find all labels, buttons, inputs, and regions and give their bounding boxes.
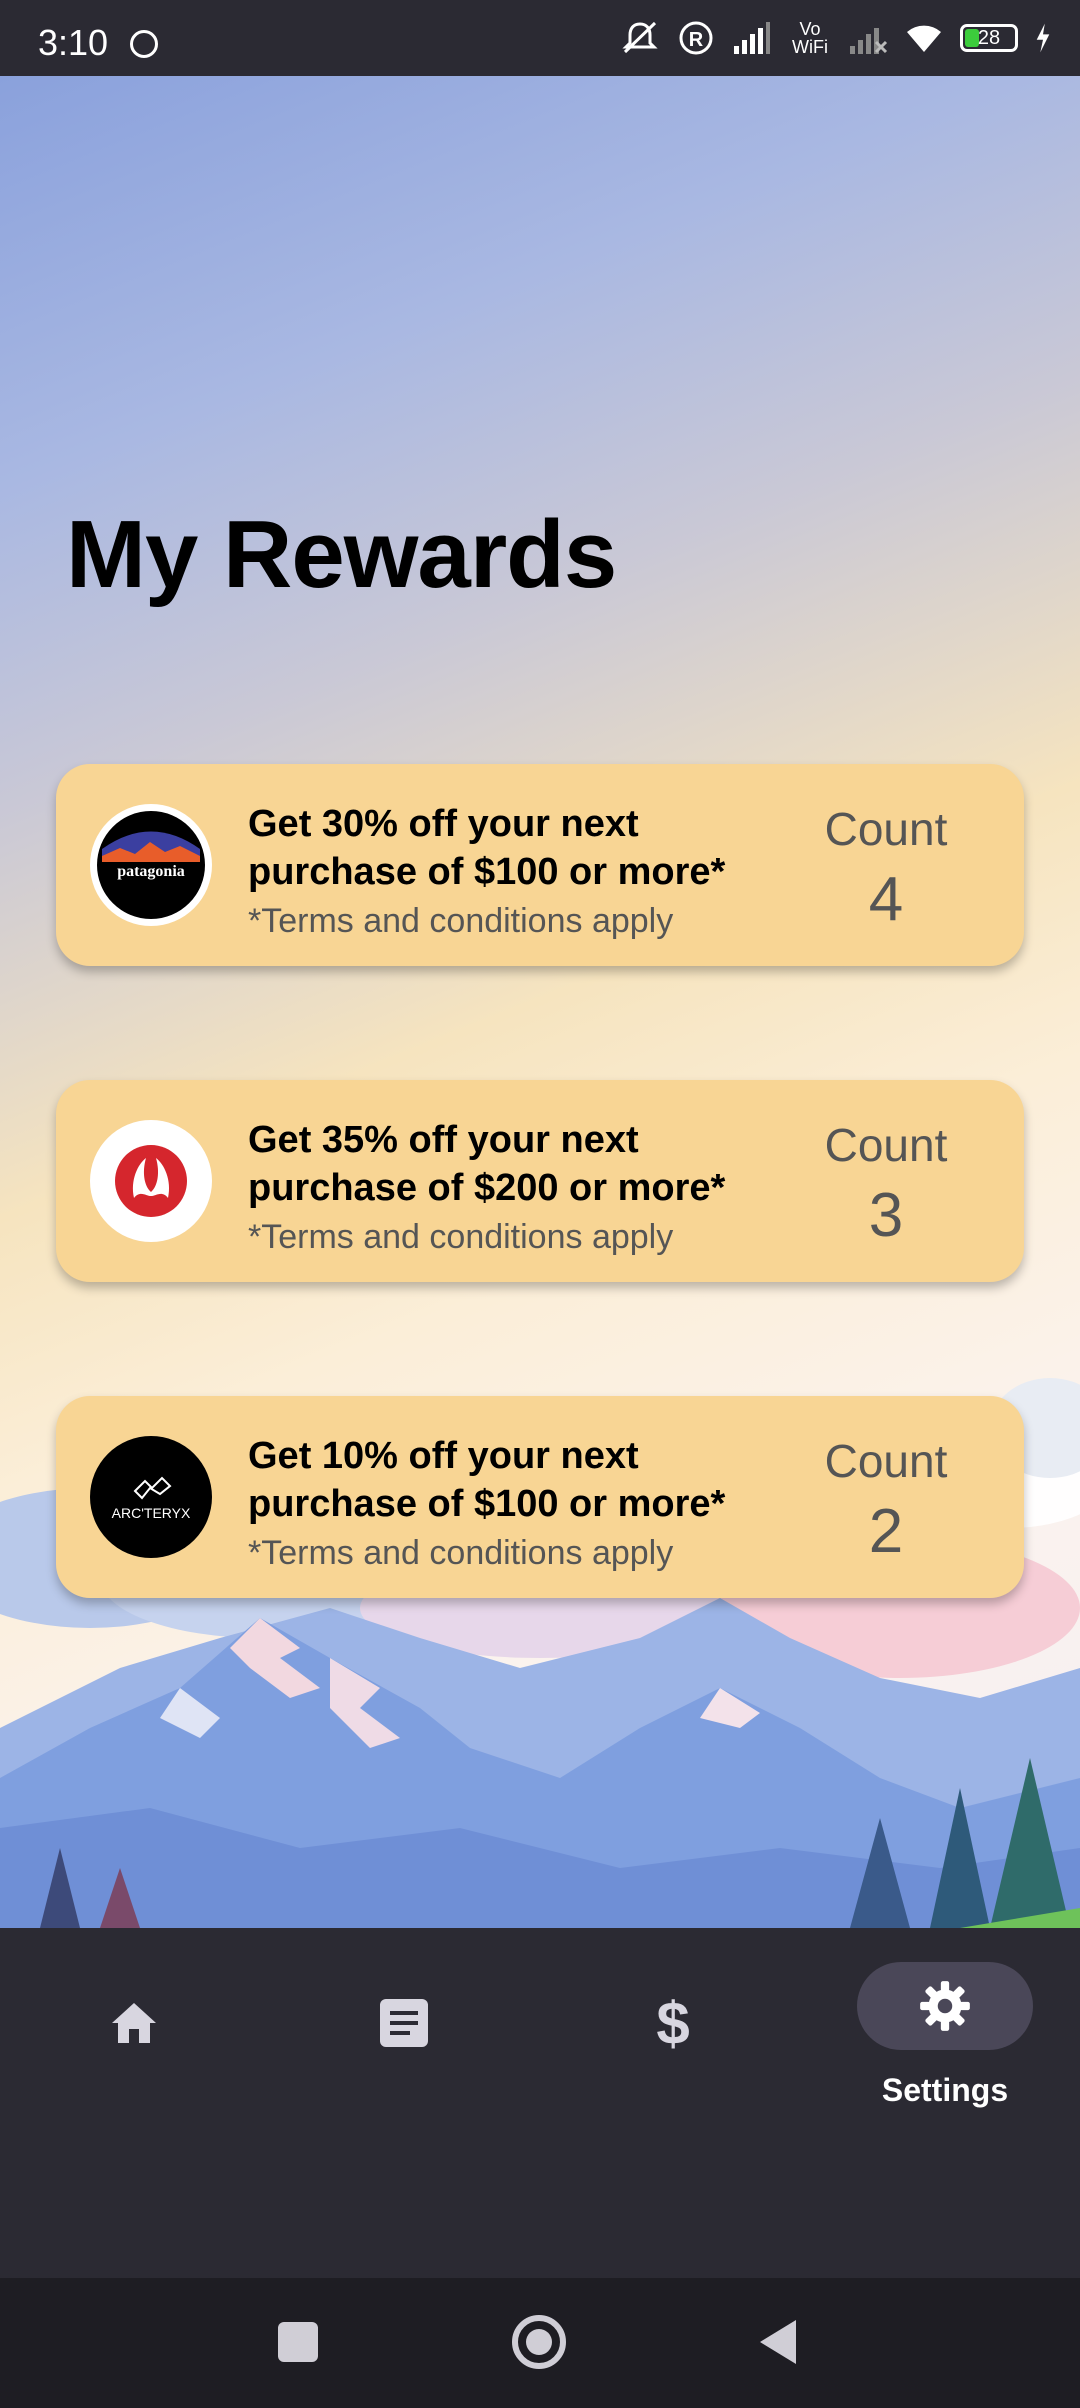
no-signal-icon <box>850 28 888 54</box>
count-label: Count <box>824 803 948 855</box>
reward-card[interactable]: patagonia Get 30% off your next purchase… <box>56 764 1024 966</box>
nav-documents[interactable] <box>334 1968 474 2078</box>
wifi-icon <box>907 25 941 52</box>
reward-description: Get 30% off your next purchase of $100 o… <box>248 800 808 941</box>
reward-headline: Get 10% off your next purchase of $100 o… <box>248 1435 726 1525</box>
nav-home[interactable] <box>64 1968 204 2078</box>
status-icons: R Vo WiFi 28 <box>620 18 1052 58</box>
count-value: 2 <box>868 1497 904 1566</box>
notification-icon <box>130 30 158 58</box>
registered-icon: R <box>679 21 713 55</box>
reward-terms: *Terms and conditions apply <box>248 902 674 940</box>
reward-count: Count 4 <box>786 802 986 935</box>
page-title: My Rewards <box>66 501 617 608</box>
reward-card[interactable]: Get 35% off your next purchase of $200 o… <box>56 1080 1024 1282</box>
charging-icon <box>1036 23 1050 53</box>
svg-text:R: R <box>689 29 704 51</box>
mute-icon <box>622 21 658 54</box>
gear-icon <box>920 1981 970 2031</box>
svg-text:patagonia: patagonia <box>117 863 185 880</box>
count-label: Count <box>824 1435 948 1487</box>
signal-icon <box>734 22 770 54</box>
bottom-navigation: $ Settings <box>0 1928 1080 2278</box>
home-circle-icon[interactable] <box>509 2312 569 2372</box>
dollar-icon: $ <box>656 1989 690 2057</box>
reward-count: Count 2 <box>786 1434 986 1567</box>
reward-terms: *Terms and conditions apply <box>248 1534 674 1572</box>
count-label: Count <box>824 1119 948 1171</box>
count-value: 3 <box>868 1181 904 1250</box>
reward-description: Get 35% off your next purchase of $200 o… <box>248 1116 808 1257</box>
reward-count: Count 3 <box>786 1118 986 1251</box>
lululemon-logo <box>90 1120 212 1242</box>
home-icon <box>112 2003 156 2043</box>
reward-headline: Get 35% off your next purchase of $200 o… <box>248 1119 726 1209</box>
reward-card[interactable]: ARC'TERYX Get 10% off your next purchase… <box>56 1396 1024 1598</box>
status-bar: 3:10 R Vo WiFi 28 <box>0 0 1080 76</box>
reward-description: Get 10% off your next purchase of $100 o… <box>248 1432 808 1573</box>
document-icon <box>380 1999 428 2047</box>
reward-headline: Get 30% off your next purchase of $100 o… <box>248 803 726 893</box>
battery-icon: 28 <box>960 24 1018 52</box>
nav-settings-label[interactable]: Settings <box>825 2072 1065 2109</box>
system-navigation-bar <box>0 2278 1080 2408</box>
nav-payments[interactable]: $ <box>603 1968 743 2078</box>
count-value: 4 <box>868 865 904 934</box>
nav-settings[interactable] <box>857 1962 1033 2050</box>
patagonia-logo: patagonia <box>90 804 212 926</box>
arcteryx-logo: ARC'TERYX <box>90 1436 212 1558</box>
back-icon[interactable] <box>756 2318 800 2366</box>
reward-terms: *Terms and conditions apply <box>248 1218 674 1256</box>
vowifi-icon: Vo WiFi <box>792 19 828 57</box>
recents-icon[interactable] <box>276 2320 320 2364</box>
status-time: 3:10 <box>38 22 109 63</box>
background-scene <box>0 76 1080 1928</box>
svg-text:ARC'TERYX: ARC'TERYX <box>112 1505 191 1521</box>
